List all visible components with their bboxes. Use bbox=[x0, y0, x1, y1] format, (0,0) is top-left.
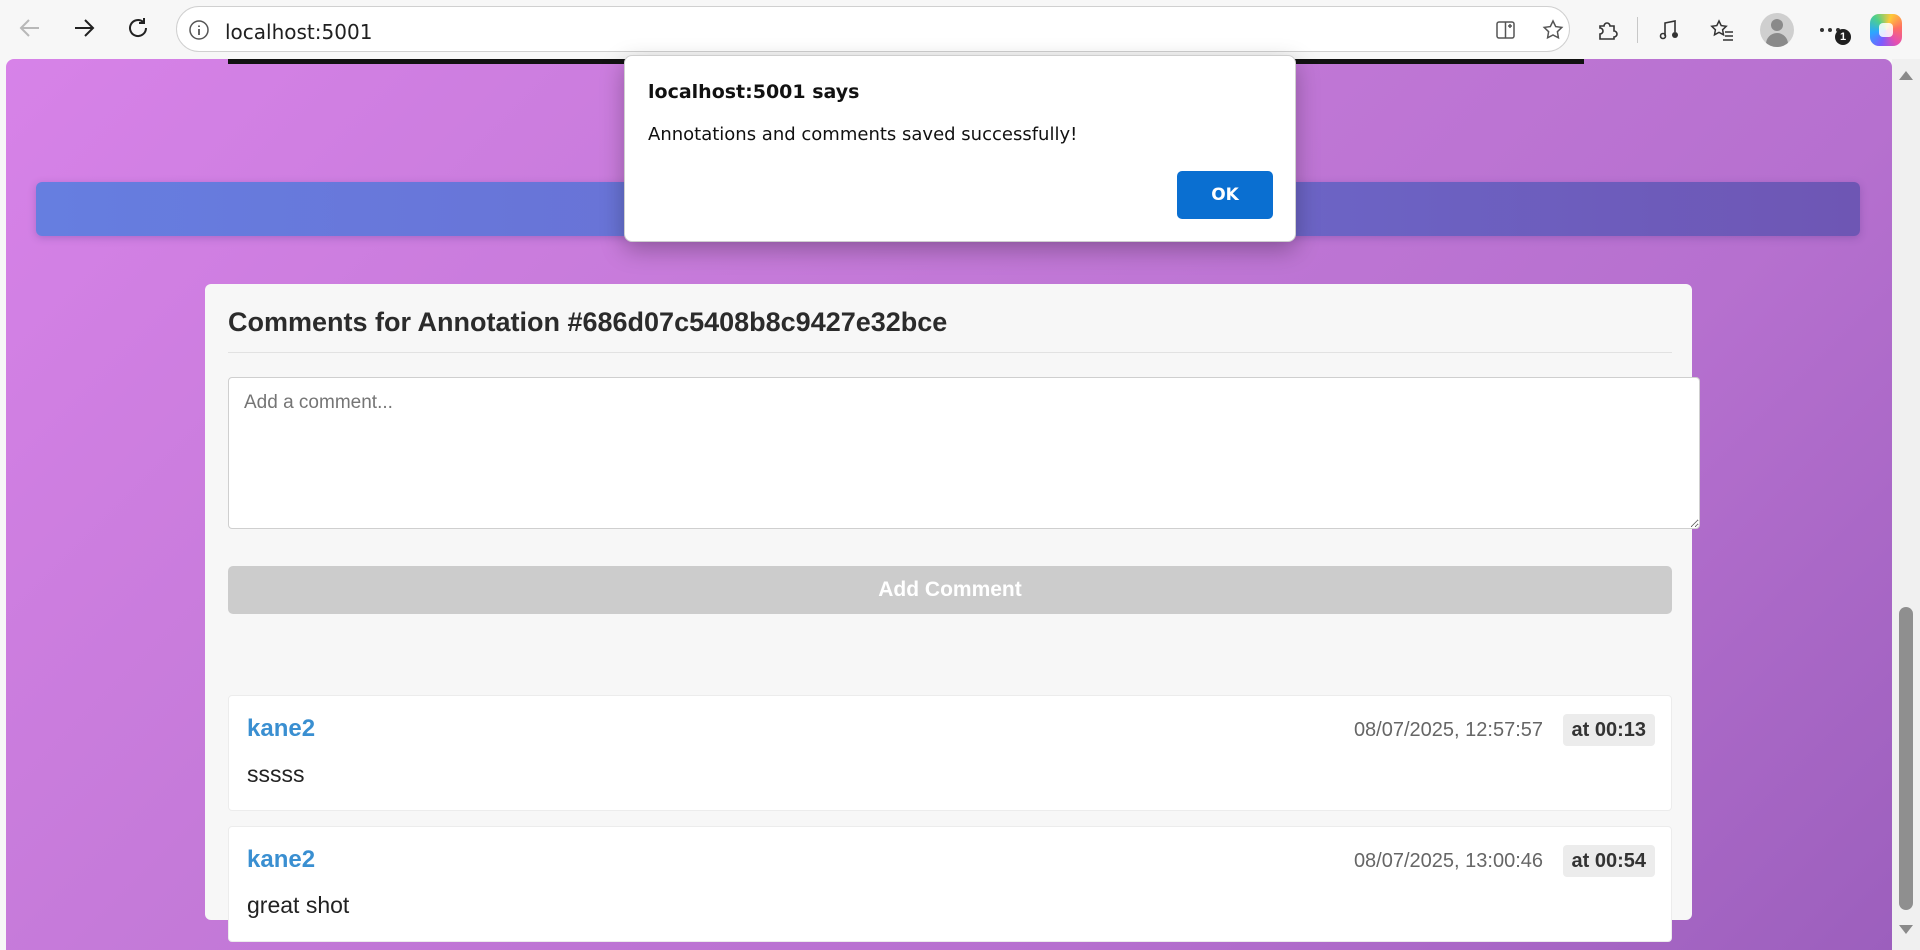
favorites-list-icon[interactable] bbox=[1705, 13, 1739, 47]
divider bbox=[228, 352, 1672, 353]
toolbar-separator bbox=[1637, 17, 1638, 43]
dialog-title: localhost:5001 says bbox=[648, 81, 860, 103]
comments-title: Comments for Annotation #686d07c5408b8c9… bbox=[228, 307, 948, 337]
add-comment-button[interactable]: Add Comment bbox=[228, 566, 1672, 614]
comment-date: 08/07/2025, 13:00:46 bbox=[1353, 850, 1543, 872]
dialog-message: Annotations and comments saved successfu… bbox=[648, 124, 1078, 145]
comment-text: great shot bbox=[247, 892, 350, 918]
scrollbar-thumb[interactable] bbox=[1899, 607, 1913, 910]
info-icon[interactable] bbox=[187, 18, 211, 42]
reload-icon[interactable] bbox=[120, 10, 156, 46]
profile-avatar-icon[interactable] bbox=[1760, 13, 1794, 47]
arrow-left-icon[interactable] bbox=[12, 10, 48, 46]
arrow-right-icon[interactable] bbox=[66, 10, 102, 46]
copilot-icon[interactable] bbox=[1870, 14, 1902, 46]
browser-toolbar: localhost:5001 1 bbox=[0, 0, 1920, 59]
ok-button[interactable]: OK bbox=[1177, 171, 1273, 219]
comment-timestamp-badge[interactable]: at 00:54 bbox=[1562, 845, 1655, 877]
scroll-up-arrow-icon[interactable] bbox=[1899, 71, 1913, 80]
comment-username[interactable]: kane2 bbox=[247, 715, 315, 743]
address-bar[interactable]: localhost:5001 bbox=[176, 6, 1570, 52]
comment-username[interactable]: kane2 bbox=[247, 846, 315, 874]
comment-item: kane2 08/07/2025, 12:57:57 at 00:13 ssss… bbox=[228, 695, 1672, 811]
star-icon[interactable] bbox=[1540, 18, 1566, 42]
url-text[interactable]: localhost:5001 bbox=[225, 20, 372, 44]
page-scrollbar[interactable] bbox=[1892, 59, 1920, 950]
comment-item: kane2 08/07/2025, 13:00:46 at 00:54 grea… bbox=[228, 826, 1672, 942]
comment-input[interactable] bbox=[228, 377, 1700, 529]
comment-date: 08/07/2025, 12:57:57 bbox=[1353, 719, 1543, 741]
comment-text: sssss bbox=[247, 761, 305, 787]
scroll-down-arrow-icon[interactable] bbox=[1899, 925, 1913, 934]
puzzle-icon[interactable] bbox=[1590, 13, 1624, 47]
comment-timestamp-badge[interactable]: at 00:13 bbox=[1562, 714, 1655, 746]
split-screen-icon[interactable] bbox=[1493, 18, 1519, 42]
comments-panel: Comments for Annotation #686d07c5408b8c9… bbox=[205, 284, 1700, 942]
music-note-icon[interactable] bbox=[1652, 13, 1686, 47]
notification-badge: 1 bbox=[1835, 29, 1851, 45]
alert-dialog: localhost:5001 says Annotations and comm… bbox=[624, 55, 1296, 242]
